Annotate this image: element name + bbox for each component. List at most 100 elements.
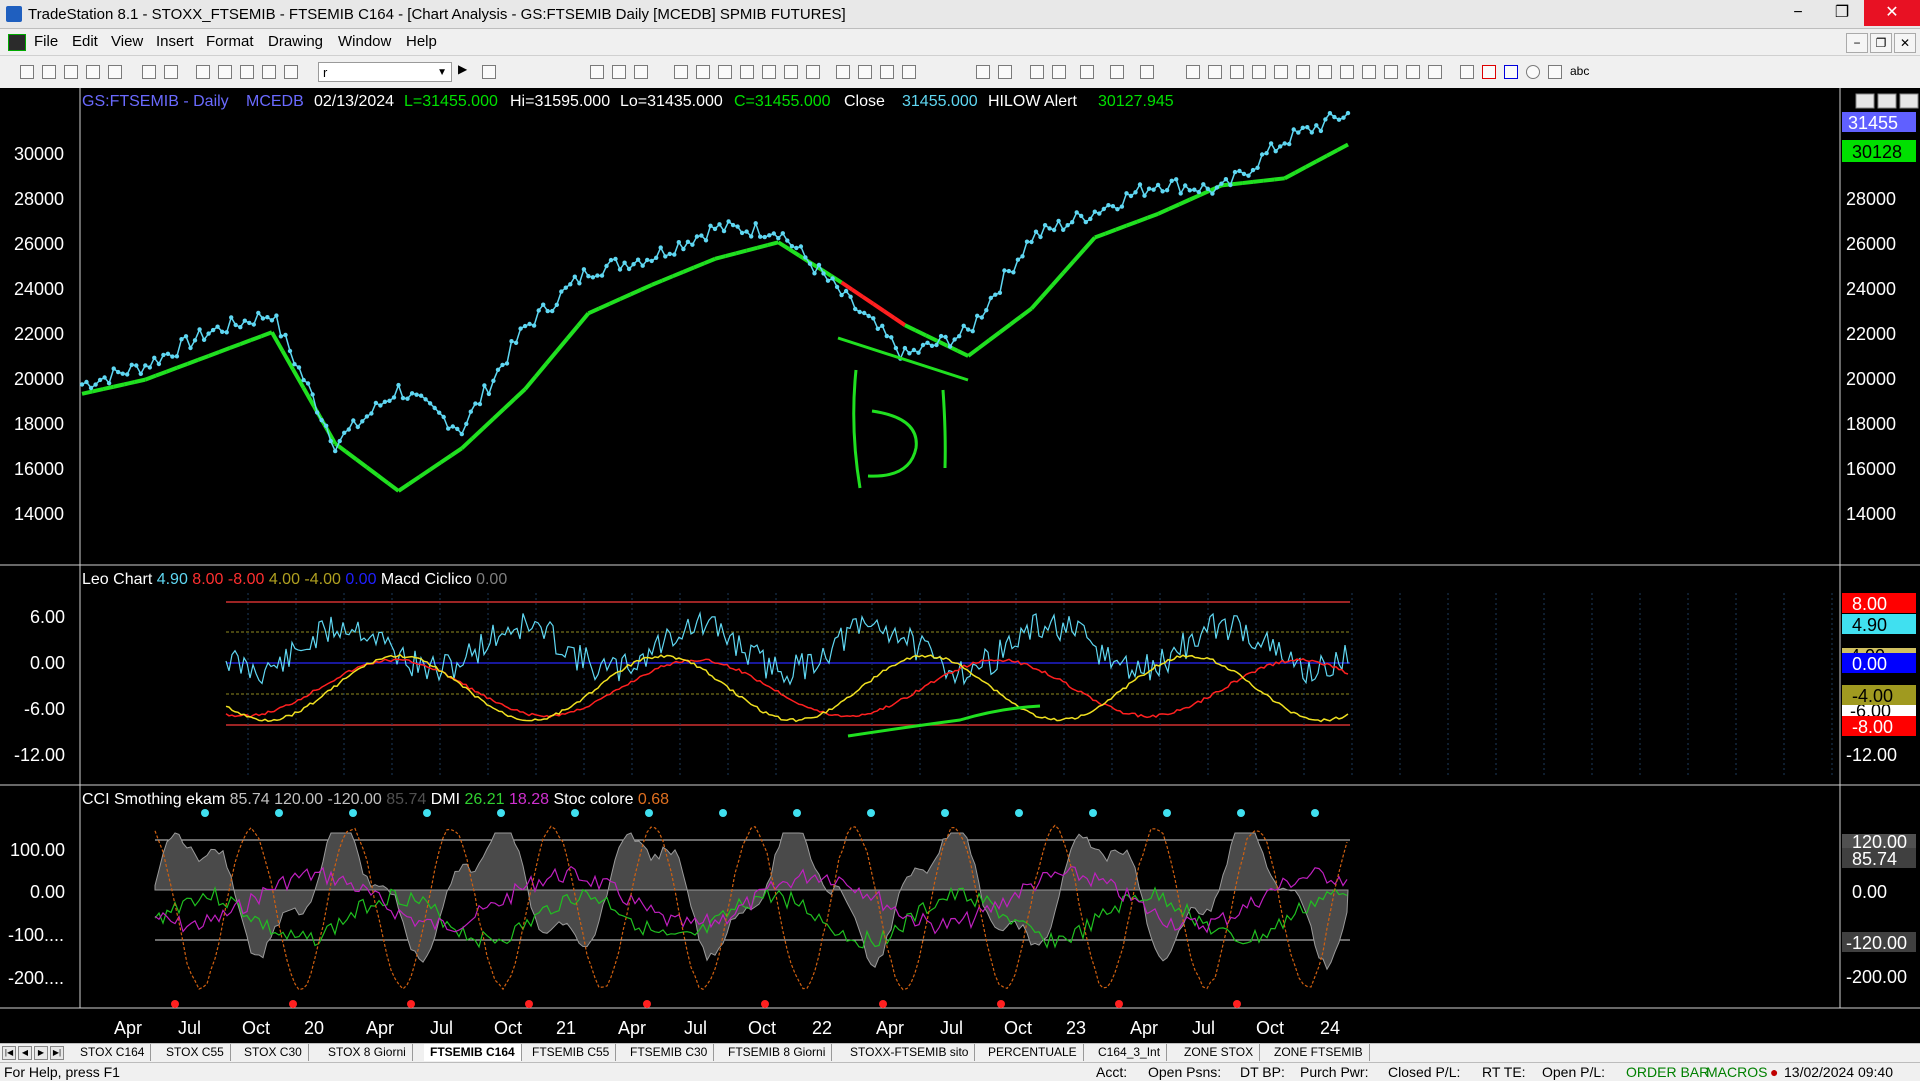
- channel-icon[interactable]: [1362, 65, 1376, 79]
- histogram-icon[interactable]: [902, 65, 916, 79]
- strategy-insert-icon[interactable]: [696, 65, 710, 79]
- close-button[interactable]: ✕: [1864, 0, 1920, 26]
- drag-icon[interactable]: [1052, 65, 1066, 79]
- play-arrow-icon[interactable]: ▶: [458, 62, 472, 76]
- menu-view[interactable]: View: [111, 33, 143, 50]
- print-icon[interactable]: [164, 65, 178, 79]
- alert-line-segment: [218, 346, 231, 354]
- menu-window[interactable]: Window: [338, 33, 391, 50]
- status-macros[interactable]: MACROS: [1706, 1064, 1767, 1080]
- menu-insert[interactable]: Insert: [156, 33, 194, 50]
- arc-icon[interactable]: [1406, 65, 1420, 79]
- mdi-close-button[interactable]: ✕: [1894, 33, 1916, 53]
- format-window-icon[interactable]: [196, 65, 210, 79]
- gann-icon[interactable]: [1318, 65, 1332, 79]
- find-symbol-icon[interactable]: [482, 65, 496, 79]
- zoom-out-icon[interactable]: [998, 65, 1012, 79]
- legend-item: Macd Ciclico: [376, 571, 471, 588]
- delete-icon[interactable]: [1140, 65, 1154, 79]
- tab-percentuale[interactable]: PERCENTUALE: [982, 1044, 1084, 1061]
- network-icon[interactable]: [284, 65, 298, 79]
- menu-edit[interactable]: Edit: [72, 33, 98, 50]
- tab-last-icon[interactable]: ▶|: [50, 1046, 64, 1060]
- lock-icon[interactable]: [240, 65, 254, 79]
- print-preview-icon[interactable]: [142, 65, 156, 79]
- open-icon[interactable]: [42, 65, 56, 79]
- copy-icon[interactable]: [1110, 65, 1124, 79]
- status-order-bar[interactable]: ORDER BAR: [1626, 1064, 1709, 1080]
- fibonacci-icon[interactable]: [1252, 65, 1266, 79]
- trendline-icon[interactable]: [1186, 65, 1200, 79]
- tab-stox-8-giorni[interactable]: STOX 8 Giorni: [322, 1044, 413, 1061]
- maximize-button[interactable]: ❐: [1820, 0, 1864, 26]
- zoom-in-icon[interactable]: [976, 65, 990, 79]
- tab-next-icon[interactable]: ▶: [34, 1046, 48, 1060]
- cycle-icon[interactable]: [1340, 65, 1354, 79]
- radar-icon[interactable]: [836, 65, 850, 79]
- strategy-icon[interactable]: [262, 65, 276, 79]
- tab-ftsemib-8-giorni[interactable]: FTSEMIB 8 Giorni: [722, 1044, 833, 1061]
- format-bar-icon[interactable]: [218, 65, 232, 79]
- mdi-restore-button[interactable]: ❐: [1870, 33, 1892, 53]
- menu-help[interactable]: Help: [406, 33, 437, 50]
- tab-ftsemib-c164[interactable]: FTSEMIB C164: [424, 1044, 522, 1061]
- workspace-tabs: |◀ ◀ ▶ ▶| STOX C164 STOX C55 STOX C30 ST…: [0, 1043, 1920, 1062]
- tab-stox-c164[interactable]: STOX C164: [74, 1044, 152, 1061]
- symbol-combo[interactable]: r ▼: [318, 62, 452, 82]
- indicator-icon[interactable]: [674, 65, 688, 79]
- minimize-button[interactable]: −: [1776, 0, 1820, 26]
- parallel-icon[interactable]: [1384, 65, 1398, 79]
- menu-drawing[interactable]: Drawing: [268, 33, 323, 50]
- menu-file[interactable]: File: [34, 33, 58, 50]
- pane-max-button[interactable]: [1877, 93, 1897, 109]
- curve-icon[interactable]: [1460, 65, 1474, 79]
- arrow-up-icon[interactable]: [1504, 65, 1518, 79]
- time-icon[interactable]: [740, 65, 754, 79]
- save-icon[interactable]: [108, 65, 122, 79]
- speed-lines-icon[interactable]: [1274, 65, 1288, 79]
- tick-icon[interactable]: [762, 65, 776, 79]
- stoc-bottom-marker: [289, 1000, 297, 1008]
- pane-close-button[interactable]: [1899, 93, 1919, 109]
- close-price-point: [975, 313, 980, 318]
- tab-first-icon[interactable]: |◀: [2, 1046, 16, 1060]
- tab-zone-stox[interactable]: ZONE STOX: [1178, 1044, 1261, 1061]
- tab-ftsemib-c30[interactable]: FTSEMIB C30: [624, 1044, 715, 1061]
- matrix-icon[interactable]: [858, 65, 872, 79]
- freehand-icon[interactable]: [1428, 65, 1442, 79]
- chart-candle-icon[interactable]: [634, 65, 648, 79]
- chevron-down-icon[interactable]: ▼: [437, 63, 447, 83]
- hammer-icon[interactable]: [1080, 65, 1094, 79]
- data-window-icon[interactable]: [880, 65, 894, 79]
- close-price-point: [771, 231, 776, 236]
- chart-bar-icon[interactable]: [590, 65, 604, 79]
- tab-stox-c30[interactable]: STOX C30: [238, 1044, 309, 1061]
- text-tool-icon[interactable]: abc: [1570, 64, 1589, 78]
- chart-area[interactable]: GS:FTSEMIB - Daily MCEDB 02/13/2024 L=31…: [0, 88, 1920, 1043]
- ellipse-icon[interactable]: [1526, 65, 1540, 79]
- tab-stoxx-ftsemib-sito[interactable]: STOXX-FTSEMIB sito: [844, 1044, 976, 1061]
- horizontal-lines-icon[interactable]: [1230, 65, 1244, 79]
- pane-restore-button[interactable]: [1855, 93, 1875, 109]
- scroll-back-icon[interactable]: [784, 65, 798, 79]
- scroll-fwd-icon[interactable]: [806, 65, 820, 79]
- tab-c164-3-int[interactable]: C164_3_Int: [1092, 1044, 1168, 1061]
- tab-stox-c55[interactable]: STOX C55: [160, 1044, 231, 1061]
- mdi-minimize-button[interactable]: −: [1846, 33, 1868, 53]
- new-icon[interactable]: [20, 65, 34, 79]
- new-window-icon[interactable]: [64, 65, 78, 79]
- menu-format[interactable]: Format: [206, 33, 254, 50]
- tab-prev-icon[interactable]: ◀: [18, 1046, 32, 1060]
- rectangle-icon[interactable]: [1548, 65, 1562, 79]
- chart-svg[interactable]: GS:FTSEMIB - Daily MCEDB 02/13/2024 L=31…: [0, 88, 1920, 1043]
- vertical-lines-icon[interactable]: [1208, 65, 1222, 79]
- chart-window-icon[interactable]: [8, 34, 26, 51]
- chart-line-icon[interactable]: [612, 65, 626, 79]
- tab-zone-ftsemib[interactable]: ZONE FTSEMIB: [1268, 1044, 1370, 1061]
- arrow-down-icon[interactable]: [1482, 65, 1496, 79]
- symbol-insert-icon[interactable]: [718, 65, 732, 79]
- pointer-icon[interactable]: [1030, 65, 1044, 79]
- workspace-icon[interactable]: [86, 65, 100, 79]
- tab-ftsemib-c55[interactable]: FTSEMIB C55: [526, 1044, 617, 1061]
- andrews-icon[interactable]: [1296, 65, 1310, 79]
